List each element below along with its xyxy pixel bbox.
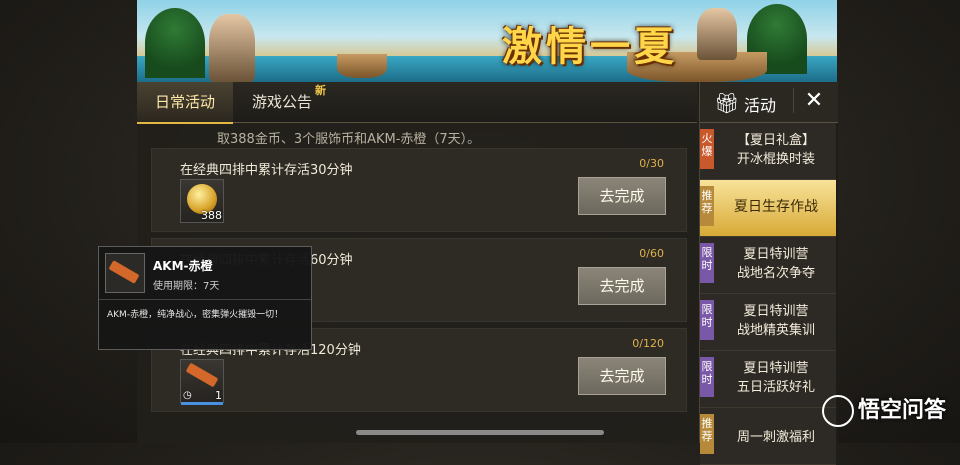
sidebar-item-summer-gift-box[interactable]: 火爆 【夏日礼盒】 开冰棍换时装 — [700, 123, 836, 180]
sidebar-item-subtitle: 五日活跃好礼 — [736, 380, 815, 395]
go-complete-button[interactable]: 去完成 — [578, 177, 666, 215]
sidebar-item-training-activity[interactable]: 限时 夏日特训营 五日活跃好礼 — [700, 351, 836, 408]
sidebar-item-subtitle: 开冰棍换时装 — [736, 152, 815, 167]
watermark-text: 悟空问答 — [857, 398, 946, 423]
palm-tree-left — [145, 8, 205, 78]
tooltip-divider — [99, 299, 311, 300]
task-progress: 0/30 — [639, 157, 664, 170]
tooltip-description: AKM-赤橙，纯净战心，密集弹火摧毁一切！ — [107, 310, 284, 320]
tab-daily-activities[interactable]: 日常活动 — [137, 82, 233, 124]
event-banner: 激情一夏 — [137, 0, 837, 82]
hot-tag: 火爆 — [700, 129, 714, 169]
sidebar-header: 🎁︎ 活动 ✕ — [700, 82, 838, 123]
sidebar-item-title: 【夏日礼盒】 — [736, 133, 815, 148]
task-card: 在经典四排中累计存活30分钟 0/30 388 去完成 — [151, 148, 687, 232]
task-title: 在经典四排中累计存活30分钟 — [180, 163, 353, 178]
boat-small — [337, 54, 387, 78]
tab-game-announcements[interactable]: 游戏公告 — [237, 82, 327, 122]
go-complete-button[interactable]: 去完成 — [578, 267, 666, 305]
limited-tag: 限时 — [700, 357, 714, 397]
limited-tag: 限时 — [700, 243, 714, 283]
watermark: 悟空问答 — [821, 392, 946, 427]
task-progress: 0/60 — [639, 247, 664, 260]
sidebar-item-title: 夏日特训营 — [743, 304, 809, 319]
sidebar-item-title: 夏日生存作战 — [734, 199, 818, 215]
akm-rifle-icon — [185, 362, 219, 388]
sidebar-item-title: 夏日特训营 — [743, 247, 809, 262]
reward-item[interactable]: 388 — [180, 179, 224, 223]
activity-sidebar: 🎁︎ 活动 ✕ 火爆 【夏日礼盒】 开冰棍换时装 推荐 夏日生存作战 限时 夏日… — [699, 82, 838, 465]
tooltip-validity: 使用期限：7天 — [153, 281, 220, 292]
close-icon[interactable]: ✕ — [793, 88, 828, 113]
sidebar-item-monday-bonus[interactable]: 推荐 周一刺激福利 — [700, 408, 836, 465]
wukong-logo-icon — [821, 395, 854, 427]
reward-quantity: 1 — [215, 389, 222, 402]
soldier-figure-right — [697, 8, 737, 60]
rarity-bar — [181, 402, 223, 405]
sidebar-item-summer-survival[interactable]: 推荐 夏日生存作战 — [700, 180, 836, 237]
gift-icon: 🎁︎ — [714, 91, 740, 115]
tooltip-item-name: AKM-赤橙 — [153, 259, 213, 273]
sidebar-item-title: 周一刺激福利 — [736, 430, 815, 445]
sidebar-item-training-ranking[interactable]: 限时 夏日特训营 战地名次争夺 — [700, 237, 836, 294]
home-indicator-bar[interactable] — [356, 430, 604, 435]
tab-bar: 日常活动 游戏公告 新 — [137, 82, 697, 124]
sidebar-title: 活动 — [744, 96, 777, 115]
soldier-figure-left — [209, 14, 255, 82]
tooltip-item-icon — [105, 253, 145, 293]
sidebar-item-training-elite[interactable]: 限时 夏日特训营 战地精英集训 — [700, 294, 836, 351]
item-tooltip: AKM-赤橙 使用期限：7天 AKM-赤橙，纯净战心，密集弹火摧毁一切！ — [98, 246, 312, 350]
sidebar-item-subtitle: 战地精英集训 — [736, 323, 815, 338]
recommended-tag: 推荐 — [700, 414, 714, 454]
banner-title: 激情一夏 — [502, 23, 678, 70]
akm-rifle-icon — [108, 260, 140, 284]
sidebar-item-title: 夏日特训营 — [743, 361, 809, 376]
sidebar-item-subtitle: 战地名次争夺 — [736, 266, 815, 281]
recommended-tag: 推荐 — [700, 186, 714, 226]
reward-item[interactable]: ◷ 1 — [180, 359, 224, 405]
clock-icon: ◷ — [183, 390, 192, 401]
go-complete-button[interactable]: 去完成 — [578, 357, 666, 395]
task-progress: 0/120 — [632, 337, 664, 350]
activity-description: 取388金币、3个服饰币和AKM-赤橙（7天）。 — [217, 132, 481, 147]
limited-tag: 限时 — [700, 300, 714, 340]
new-badge: 新 — [315, 84, 326, 97]
reward-quantity: 388 — [201, 209, 222, 222]
